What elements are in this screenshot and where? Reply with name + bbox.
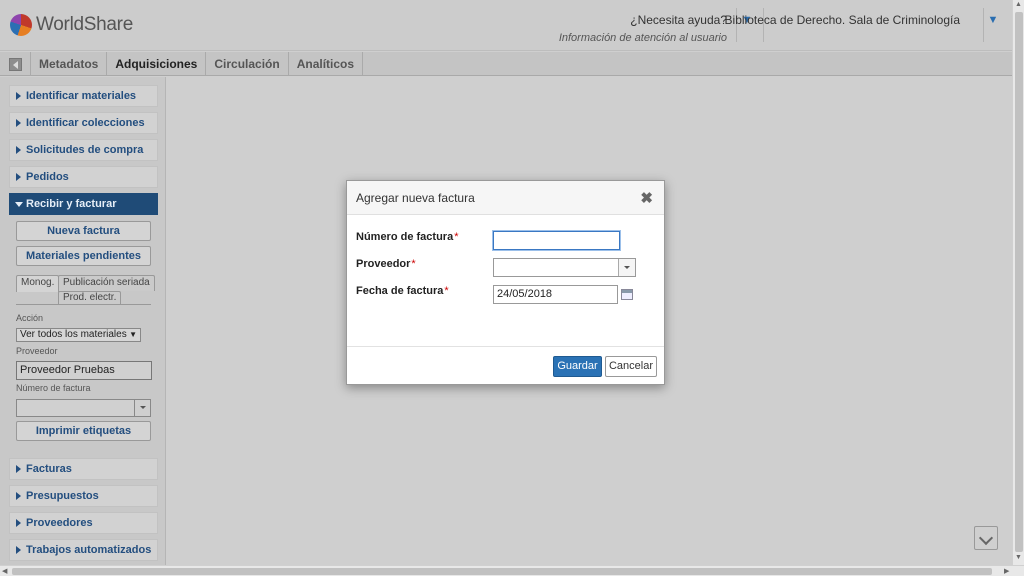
provider-select[interactable]: [493, 258, 636, 277]
sidebar-item-trabajos-automatizados[interactable]: Trabajos automatizados: [9, 539, 158, 561]
help-subtitle: Información de atención al usuario: [558, 32, 727, 44]
sidebar-item-label: Proveedores: [26, 517, 93, 529]
module-tabs: Metadatos Adquisiciones Circulación Anal…: [0, 52, 1012, 76]
invoice-number-label: Número de factura: [16, 383, 91, 393]
caret-right-icon: [16, 519, 21, 527]
required-marker: *: [454, 231, 459, 243]
subtab-publicacion-seriada[interactable]: Publicación seriada: [58, 275, 155, 291]
tab-circulacion[interactable]: Circulación: [206, 52, 289, 75]
label-text: Número de factura: [356, 231, 454, 243]
required-marker: *: [444, 285, 449, 297]
sidebar-item-label: Trabajos automatizados: [26, 544, 152, 556]
vertical-scrollbar[interactable]: ▲ ▼: [1012, 0, 1024, 565]
dropdown-arrow-icon: ▼: [129, 330, 137, 339]
scroll-down-icon[interactable]: ▼: [1015, 554, 1022, 561]
invoice-number-field-label: Número de factura*: [356, 231, 458, 243]
invoice-date-input[interactable]: 24/05/2018: [493, 285, 618, 304]
cancel-button[interactable]: Cancelar: [605, 356, 657, 377]
print-labels-button[interactable]: Imprimir etiquetas: [16, 421, 151, 441]
caret-right-icon: [16, 492, 21, 500]
caret-down-icon: [15, 202, 23, 207]
pending-materials-button[interactable]: Materiales pendientes: [16, 246, 151, 266]
sidebar-item-label: Solicitudes de compra: [26, 144, 144, 156]
caret-right-icon: [16, 119, 21, 127]
action-label: Acción: [16, 313, 44, 323]
tab-analiticos[interactable]: Analíticos: [289, 52, 364, 75]
horizontal-scroll-thumb[interactable]: [12, 568, 992, 575]
label-text: Fecha de factura: [356, 285, 444, 297]
collapse-sidebar-button[interactable]: [0, 52, 31, 76]
help-menu[interactable]: ¿Necesita ayuda? Información de atención…: [559, 13, 727, 44]
sidebar-item-label: Presupuestos: [26, 490, 99, 502]
subtab-monog[interactable]: Monog.: [16, 275, 60, 292]
logo-text: WorldShare: [36, 14, 133, 35]
invoice-number-input[interactable]: [493, 231, 620, 250]
calendar-icon[interactable]: [621, 289, 633, 300]
sidebar-item-recibir-facturar[interactable]: Recibir y facturar: [9, 193, 158, 215]
save-button[interactable]: Guardar: [553, 356, 602, 377]
app-header: WorldShare ¿Necesita ayuda? Información …: [0, 0, 1012, 51]
library-name[interactable]: Biblioteca de Derecho. Sala de Criminolo…: [725, 13, 960, 27]
add-invoice-dialog: Agregar nueva factura ✖ Número de factur…: [346, 180, 665, 385]
invoice-number-combo[interactable]: [16, 399, 151, 417]
caret-right-icon: [16, 92, 21, 100]
required-marker: *: [411, 258, 416, 270]
caret-right-icon: [16, 546, 21, 554]
caret-right-icon: [16, 173, 21, 181]
invoice-date-field-label: Fecha de factura*: [356, 285, 449, 297]
help-title[interactable]: ¿Necesita ayuda?: [559, 13, 727, 27]
sidebar-item-identificar-colecciones[interactable]: Identificar colecciones: [9, 112, 158, 134]
worldshare-logo-icon: [10, 14, 32, 36]
tab-adquisiciones[interactable]: Adquisiciones: [107, 52, 207, 75]
provider-field-label: Proveedor*: [356, 258, 416, 270]
worldshare-logo[interactable]: WorldShare: [10, 14, 133, 36]
sidebar-item-facturas[interactable]: Facturas: [9, 458, 158, 480]
scroll-to-top-button[interactable]: [974, 526, 998, 550]
dropdown-arrow-icon[interactable]: [618, 259, 635, 276]
dialog-header: Agregar nueva factura ✖: [347, 181, 664, 215]
action-select-value: Ver todos los materiales: [20, 329, 127, 340]
subtab-prod-electr[interactable]: Prod. electr.: [58, 291, 122, 304]
horizontal-scrollbar[interactable]: ◀ ▶: [0, 565, 1024, 576]
label-text: Proveedor: [356, 258, 411, 270]
sidebar-item-label: Pedidos: [26, 171, 69, 183]
sidebar-item-label: Identificar colecciones: [26, 117, 145, 129]
sidebar-item-label: Recibir y facturar: [26, 198, 117, 210]
caret-right-icon: [16, 146, 21, 154]
library-chevron-down-icon[interactable]: ▼: [986, 14, 1000, 28]
close-icon[interactable]: ✖: [640, 189, 653, 207]
dialog-footer-divider: [347, 346, 664, 347]
scroll-left-icon[interactable]: ◀: [2, 567, 7, 575]
sidebar-item-presupuestos[interactable]: Presupuestos: [9, 485, 158, 507]
tab-metadatos[interactable]: Metadatos: [31, 52, 108, 75]
sidebar-item-proveedores[interactable]: Proveedores: [9, 512, 158, 534]
dialog-title: Agregar nueva factura: [356, 191, 475, 205]
subtab-divider: [16, 304, 151, 305]
sidebar: Identificar materiales Identificar colec…: [0, 77, 166, 565]
sidebar-item-identificar-materiales[interactable]: Identificar materiales: [9, 85, 158, 107]
dropdown-arrow-icon[interactable]: [134, 400, 150, 416]
sidebar-item-pedidos[interactable]: Pedidos: [9, 166, 158, 188]
sidebar-item-label: Identificar materiales: [26, 90, 137, 102]
vertical-scroll-thumb[interactable]: [1015, 12, 1023, 552]
provider-label: Proveedor: [16, 346, 58, 356]
provider-field[interactable]: Proveedor Pruebas: [16, 361, 152, 380]
caret-right-icon: [16, 465, 21, 473]
action-select[interactable]: Ver todos los materiales ▼: [16, 328, 141, 342]
header-divider: [983, 8, 984, 42]
sidebar-item-solicitudes-compra[interactable]: Solicitudes de compra: [9, 139, 158, 161]
new-invoice-button[interactable]: Nueva factura: [16, 221, 151, 241]
scroll-right-icon[interactable]: ▶: [1004, 567, 1009, 575]
scroll-up-icon[interactable]: ▲: [1015, 1, 1022, 8]
sidebar-item-label: Facturas: [26, 463, 72, 475]
collapse-left-icon: [8, 57, 22, 71]
